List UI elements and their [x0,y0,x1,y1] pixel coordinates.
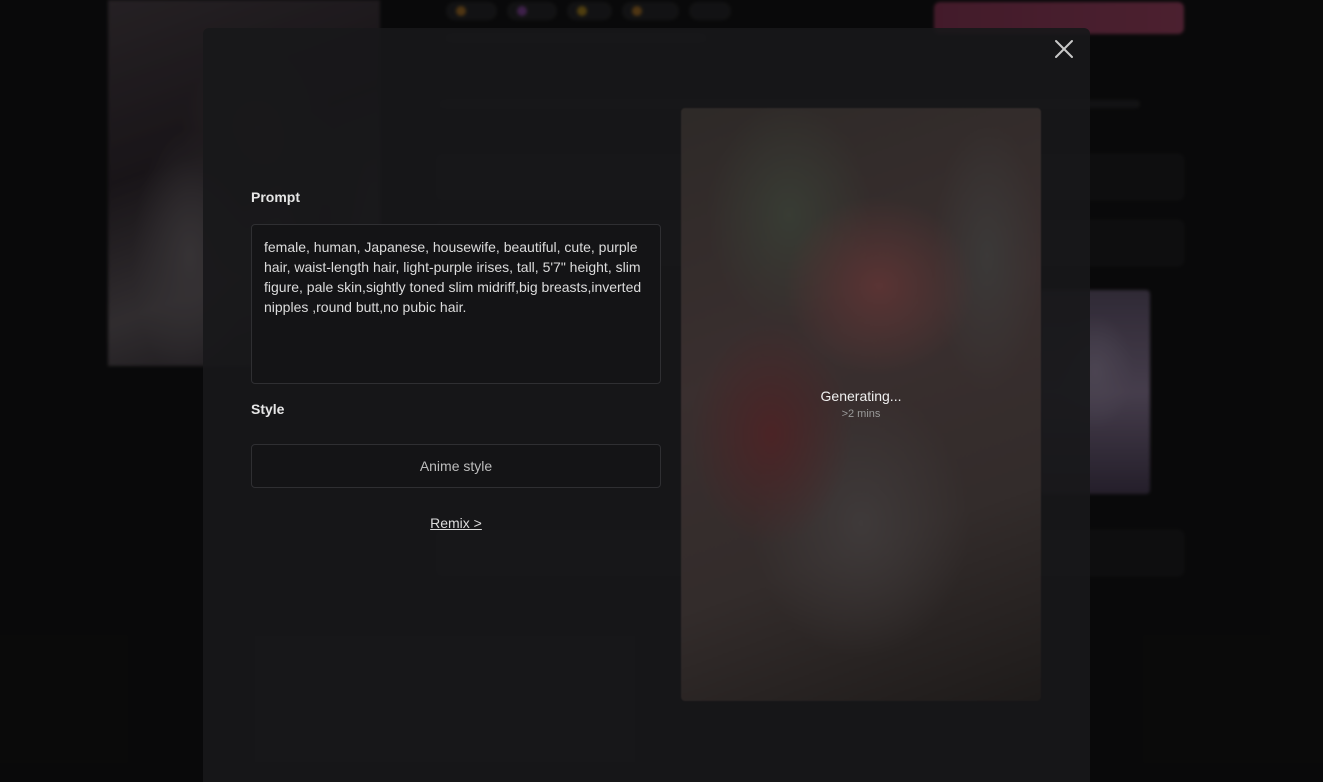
prompt-label: Prompt [251,189,300,205]
close-button[interactable] [1050,35,1078,63]
style-selector[interactable]: Anime style [251,444,661,488]
style-value: Anime style [419,458,493,474]
generation-preview [681,108,1041,701]
style-label: Style [251,401,285,417]
generating-status: Generating... [820,388,902,404]
generating-eta: >2 mins [841,408,881,420]
remix-link[interactable]: Remix > [251,515,661,531]
prompt-textarea[interactable]: female, human, Japanese, housewife, beau… [251,224,661,384]
close-icon [1055,40,1073,58]
